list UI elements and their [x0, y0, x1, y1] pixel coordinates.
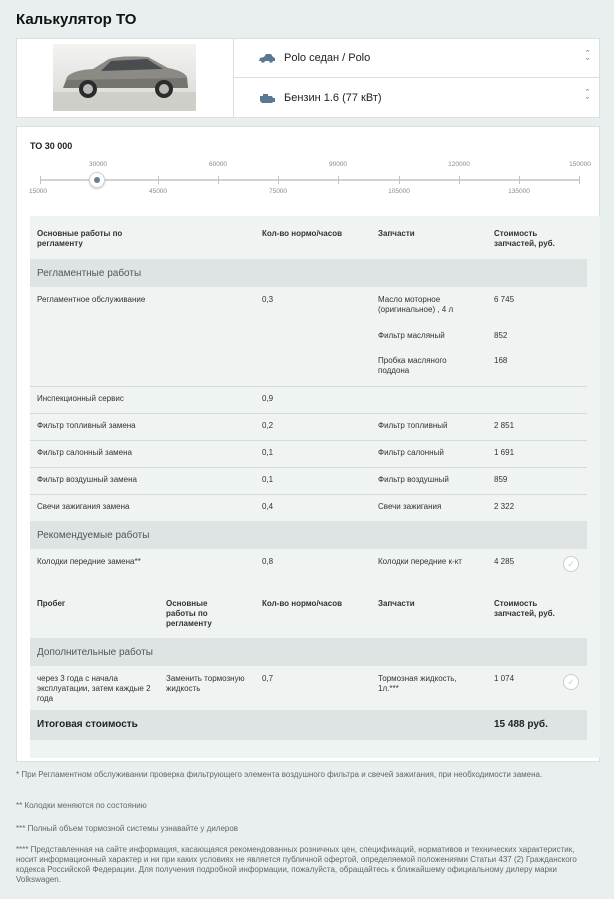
work-hours: 0,3 — [262, 295, 274, 304]
tick-label: 135000 — [508, 188, 530, 195]
tick-label: 45000 — [148, 188, 168, 195]
section-title: Регламентные работы — [37, 268, 142, 279]
vehicle-selector-card: Polo седан / Polo ˆˇ Бензин 1.6 (77 кВт)… — [16, 38, 601, 118]
calculator-panel: ТО 30 000 30000 60000 90000 120000 15000… — [16, 126, 600, 762]
engine-value: Бензин 1.6 (77 кВт) — [284, 92, 382, 104]
part-name: Свечи зажигания — [378, 502, 442, 511]
engine-select[interactable]: Бензин 1.6 (77 кВт) ˆˇ — [233, 78, 601, 118]
part-name: Фильтр масляный — [378, 331, 445, 340]
part-cost: 1 691 — [494, 448, 515, 457]
chevron-updown-icon: ˆˇ — [586, 49, 589, 67]
works-table: Основные работы по регламенту Кол-во нор… — [30, 216, 600, 758]
section-title: Дополнительные работы — [37, 647, 153, 658]
work-name: Фильтр топливный замена — [37, 421, 136, 430]
mileage-slider-handle[interactable] — [89, 172, 105, 188]
work-hours: 0,7 — [262, 674, 274, 683]
chevron-updown-icon: ˆˇ — [586, 88, 589, 106]
column-header-works: Основные работы по регламенту — [37, 229, 123, 248]
car-icon — [258, 53, 276, 63]
part-name: Масло моторное (оригинальное) , 4 л — [378, 295, 454, 314]
part-name: Фильтр салонный — [378, 448, 444, 457]
part-cost: 168 — [494, 356, 508, 365]
work-name: Колодки передние замена** — [37, 557, 141, 566]
work-hours: 0,2 — [262, 421, 274, 430]
section-title: Рекомендуемые работы — [37, 530, 150, 541]
total-row: Итоговая стоимость 15 488 руб. — [30, 710, 587, 740]
part-name: Тормозная жидкость, 1л.*** — [378, 674, 457, 693]
check-circle-icon[interactable]: ✓ — [563, 556, 579, 572]
footnote: **** Представленная на сайте информация,… — [16, 845, 577, 884]
mileage-slider-track[interactable] — [40, 179, 580, 181]
tick-label: 105000 — [388, 188, 410, 195]
part-cost: 1 074 — [494, 674, 515, 683]
work-hours: 0,1 — [262, 448, 274, 457]
footnote: ** Колодки меняются по состоянию — [16, 801, 147, 810]
part-name: Колодки передние к-кт — [378, 557, 462, 566]
part-cost: 6 745 — [494, 295, 515, 304]
section-additional: Дополнительные работы — [30, 638, 587, 666]
footnote: *** Полный объем тормозной системы узнав… — [16, 824, 239, 833]
tick-label: 60000 — [208, 161, 228, 168]
car-image — [53, 44, 196, 111]
total-value: 15 488 руб. — [494, 719, 548, 730]
model-select[interactable]: Polo седан / Polo ˆˇ — [233, 39, 601, 78]
mileage-text: через 3 года с начала эксплуатации, зате… — [37, 674, 151, 703]
page-title: Калькулятор ТО — [16, 11, 137, 28]
column-header-parts: Запчасти — [378, 229, 415, 238]
column-header-cost: Стоимость запчастей, руб. — [494, 599, 555, 618]
column-header-hours: Кол-во нормо/часов — [262, 229, 343, 238]
work-name: Заменить тормозную жидкость — [166, 674, 245, 693]
total-label: Итоговая стоимость — [37, 719, 138, 730]
part-name: Пробка масляного поддона — [378, 356, 447, 375]
work-name: Свечи зажигания замена — [37, 502, 130, 511]
work-name: Фильтр воздушный замена — [37, 475, 137, 484]
work-name: Фильтр салонный замена — [37, 448, 132, 457]
part-cost: 859 — [494, 475, 508, 484]
footnote: * При Регламентном обслуживании проверка… — [16, 770, 543, 779]
part-cost: 2 322 — [494, 502, 515, 511]
part-cost: 852 — [494, 331, 508, 340]
work-name: Регламентное обслуживание — [37, 295, 146, 304]
part-cost: 4 285 — [494, 557, 515, 566]
part-cost: 2 851 — [494, 421, 515, 430]
column-header-mileage: Пробег — [37, 599, 66, 608]
tick-label: 90000 — [328, 161, 348, 168]
tick-label: 15000 — [28, 188, 48, 195]
tick-label: 75000 — [268, 188, 288, 195]
section-regular: Регламентные работы — [30, 259, 587, 287]
tick-label: 120000 — [448, 161, 470, 168]
check-circle-icon[interactable]: ✓ — [563, 674, 579, 690]
maintenance-label: ТО 30 000 — [30, 141, 73, 151]
work-hours: 0,9 — [262, 394, 274, 403]
column-header-parts: Запчасти — [378, 599, 415, 608]
work-hours: 0,1 — [262, 475, 274, 484]
part-name: Фильтр воздушный — [378, 475, 449, 484]
section-recommended: Рекомендуемые работы — [30, 521, 587, 549]
column-header-cost: Стоимость запчастей, руб. — [494, 229, 555, 248]
column-header-hours: Кол-во нормо/часов — [262, 599, 343, 608]
tick-label: 150000 — [569, 161, 591, 168]
engine-icon — [258, 92, 276, 104]
tick-label: 30000 — [88, 161, 108, 168]
model-value: Polo седан / Polo — [284, 52, 371, 64]
work-name: Инспекционный сервис — [37, 394, 124, 403]
work-hours: 0,4 — [262, 502, 274, 511]
work-hours: 0,8 — [262, 557, 274, 566]
part-name: Фильтр топливный — [378, 421, 448, 430]
column-header-works: Основные работы по регламенту — [166, 599, 212, 628]
